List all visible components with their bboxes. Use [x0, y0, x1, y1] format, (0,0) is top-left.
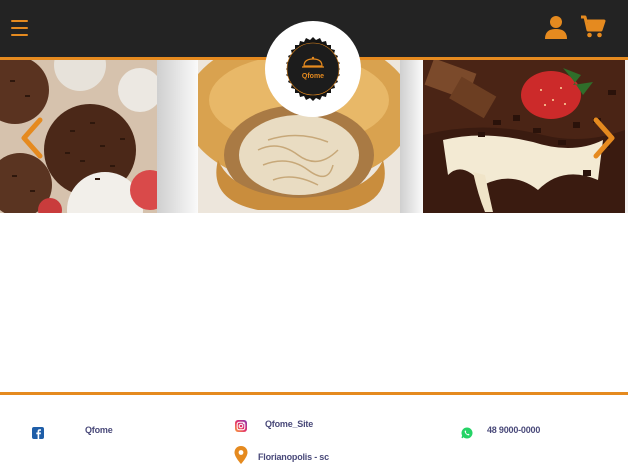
shopping-cart-icon[interactable]	[580, 14, 606, 40]
logo-badge: Qfome	[286, 37, 340, 101]
page: Qfome Qfome Qfome_Site Florianopolis - s…	[0, 0, 628, 472]
logo-text: Qfome	[302, 73, 324, 80]
logo[interactable]: Qfome	[265, 21, 361, 117]
whatsapp-link[interactable]: 48 9000-0000	[487, 425, 540, 435]
footer-accent-line	[0, 392, 628, 395]
location-text: Florianopolis - sc	[258, 452, 329, 462]
instagram-icon[interactable]	[235, 419, 247, 432]
instagram-link[interactable]: Qfome_Site	[265, 419, 313, 429]
whatsapp-icon[interactable]	[461, 426, 473, 439]
user-icon[interactable]	[543, 14, 569, 40]
carousel-gap	[157, 60, 198, 213]
carousel-gap	[400, 60, 423, 213]
facebook-icon[interactable]	[32, 426, 44, 439]
chevron-left-icon[interactable]	[18, 117, 46, 159]
hamburger-menu-icon[interactable]	[11, 20, 28, 38]
facebook-link[interactable]: Qfome	[85, 425, 113, 435]
map-pin-icon	[234, 446, 248, 464]
chevron-right-icon[interactable]	[590, 117, 618, 159]
